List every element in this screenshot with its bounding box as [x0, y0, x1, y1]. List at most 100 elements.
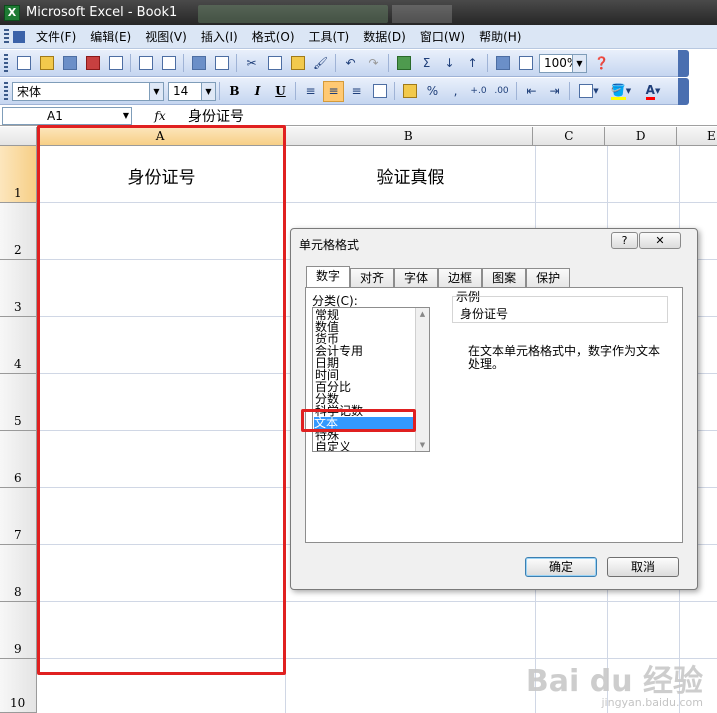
fill-color-button[interactable]: 🪣 ▼	[606, 81, 636, 102]
new-button[interactable]	[13, 53, 34, 74]
row-header-4[interactable]: 4	[0, 317, 37, 374]
column-header-d[interactable]: D	[605, 127, 678, 145]
help-button[interactable]: ❓	[591, 53, 612, 74]
align-right-button[interactable]: ≡	[346, 81, 367, 102]
row-header-2[interactable]: 2	[0, 203, 37, 260]
autosum-button[interactable]: Σ	[416, 53, 437, 74]
row-header-1[interactable]: 1	[0, 146, 37, 203]
borders-button[interactable]: ▼	[574, 81, 604, 102]
paste-button[interactable]	[287, 53, 308, 74]
ok-button[interactable]: 确定	[525, 557, 597, 577]
row-header-8[interactable]: 8	[0, 545, 37, 602]
research-button[interactable]	[211, 53, 232, 74]
toolbar-grip[interactable]	[4, 54, 8, 72]
menu-edit[interactable]: 编辑(E)	[83, 27, 138, 47]
redo-button[interactable]: ↷	[363, 53, 384, 74]
align-left-button[interactable]: ≡	[300, 81, 321, 102]
dialog-close-button[interactable]: ✕	[639, 232, 681, 249]
window-title: Microsoft Excel - Book1	[26, 5, 178, 20]
scroll-down-icon[interactable]: ▼	[416, 441, 429, 449]
decrease-decimal-icon: .00	[494, 86, 509, 96]
decrease-decimal-button[interactable]: .00	[491, 81, 512, 102]
align-right-icon: ≡	[351, 84, 362, 98]
chart-wizard-button[interactable]	[492, 53, 513, 74]
italic-button[interactable]: I	[247, 81, 268, 102]
menu-file[interactable]: 文件(F)	[29, 27, 83, 47]
open-button[interactable]	[36, 53, 57, 74]
align-center-button[interactable]: ≡	[323, 80, 344, 102]
toolbar-grip[interactable]	[4, 28, 9, 45]
increase-indent-button[interactable]: ⇥	[544, 81, 565, 102]
row-header-9[interactable]: 9	[0, 602, 37, 659]
tab-font[interactable]: 字体	[394, 268, 439, 288]
toolbar-separator	[569, 82, 570, 100]
workbook-icon[interactable]	[13, 30, 25, 43]
decrease-indent-button[interactable]: ⇤	[521, 81, 542, 102]
email-button[interactable]	[105, 53, 126, 74]
row-header-6[interactable]: 6	[0, 431, 37, 488]
font-select[interactable]: 宋体 ▼	[12, 81, 164, 101]
hyperlink-button[interactable]	[393, 53, 414, 74]
category-custom[interactable]: 自定义	[315, 441, 351, 452]
column-header-b[interactable]: B	[284, 127, 534, 145]
toolbar-options-icon[interactable]	[678, 78, 689, 105]
zoom-select[interactable]: 100% ▼	[539, 53, 587, 73]
spelling-button[interactable]	[188, 53, 209, 74]
column-header-c[interactable]: C	[533, 127, 606, 145]
menu-tools[interactable]: 工具(T)	[302, 27, 357, 47]
font-color-button[interactable]: A ▼	[638, 81, 668, 102]
cell-b1[interactable]: 验证真假	[286, 163, 535, 188]
percent-button[interactable]: %	[422, 81, 443, 102]
tab-protection[interactable]: 保护	[526, 268, 571, 288]
undo-button[interactable]: ↶	[340, 53, 361, 74]
row-header-3[interactable]: 3	[0, 260, 37, 317]
sort-descending-button[interactable]: ↑	[462, 53, 483, 74]
formula-input[interactable]: 身份证号	[188, 106, 244, 126]
row-header-5[interactable]: 5	[0, 374, 37, 431]
chevron-down-icon[interactable]: ▼	[201, 82, 215, 100]
cancel-button[interactable]: 取消	[607, 557, 679, 577]
menu-help[interactable]: 帮助(H)	[472, 27, 528, 47]
select-all-corner[interactable]	[0, 127, 37, 145]
category-scrollbar[interactable]: ▲ ▼	[415, 308, 429, 451]
tab-border[interactable]: 边框	[438, 268, 483, 288]
chevron-down-icon[interactable]: ▼	[149, 82, 163, 100]
merge-center-button[interactable]	[369, 81, 390, 102]
insert-function-icon[interactable]: fx	[132, 109, 188, 123]
toolbar-options-icon[interactable]	[678, 50, 689, 77]
comma-button[interactable]: ,	[445, 81, 466, 102]
format-painter-button[interactable]: 🖌	[310, 53, 331, 74]
column-header-e[interactable]: E	[677, 127, 717, 145]
dialog-help-button[interactable]: ?	[611, 232, 638, 249]
menu-data[interactable]: 数据(D)	[356, 27, 413, 47]
formatting-toolbar: 宋体 ▼ 14 ▼ B I U ≡ ≡ ≡ % , +.0 .00 ⇤ ⇥ ▼ …	[0, 78, 689, 105]
chevron-down-icon[interactable]: ▼	[572, 54, 586, 72]
cut-button[interactable]: ✂	[241, 53, 262, 74]
menu-window[interactable]: 窗口(W)	[413, 27, 472, 47]
tab-patterns[interactable]: 图案	[482, 268, 527, 288]
font-size-select[interactable]: 14 ▼	[168, 81, 216, 101]
increase-decimal-button[interactable]: +.0	[468, 81, 489, 102]
copy-button[interactable]	[264, 53, 285, 74]
scroll-up-icon[interactable]: ▲	[416, 310, 429, 318]
underline-button[interactable]: U	[270, 81, 291, 102]
menu-view[interactable]: 视图(V)	[138, 27, 194, 47]
menu-insert[interactable]: 插入(I)	[194, 27, 245, 47]
row-header-7[interactable]: 7	[0, 488, 37, 545]
drawing-button[interactable]	[515, 53, 536, 74]
tab-alignment[interactable]: 对齐	[350, 268, 395, 288]
row-header-10[interactable]: 10	[0, 659, 37, 713]
name-box[interactable]: A1 ▼	[2, 106, 132, 125]
print-button[interactable]	[135, 53, 156, 74]
print-preview-button[interactable]	[158, 53, 179, 74]
bold-button[interactable]: B	[224, 81, 245, 102]
toolbar-grip[interactable]	[4, 82, 8, 100]
menu-format[interactable]: 格式(O)	[245, 27, 302, 47]
permission-button[interactable]	[82, 53, 103, 74]
chevron-down-icon[interactable]: ▼	[123, 108, 129, 124]
tab-number[interactable]: 数字	[306, 266, 351, 288]
save-button[interactable]	[59, 53, 80, 74]
sort-ascending-button[interactable]: ↓	[439, 53, 460, 74]
currency-button[interactable]	[399, 81, 420, 102]
folder-icon	[39, 56, 54, 70]
